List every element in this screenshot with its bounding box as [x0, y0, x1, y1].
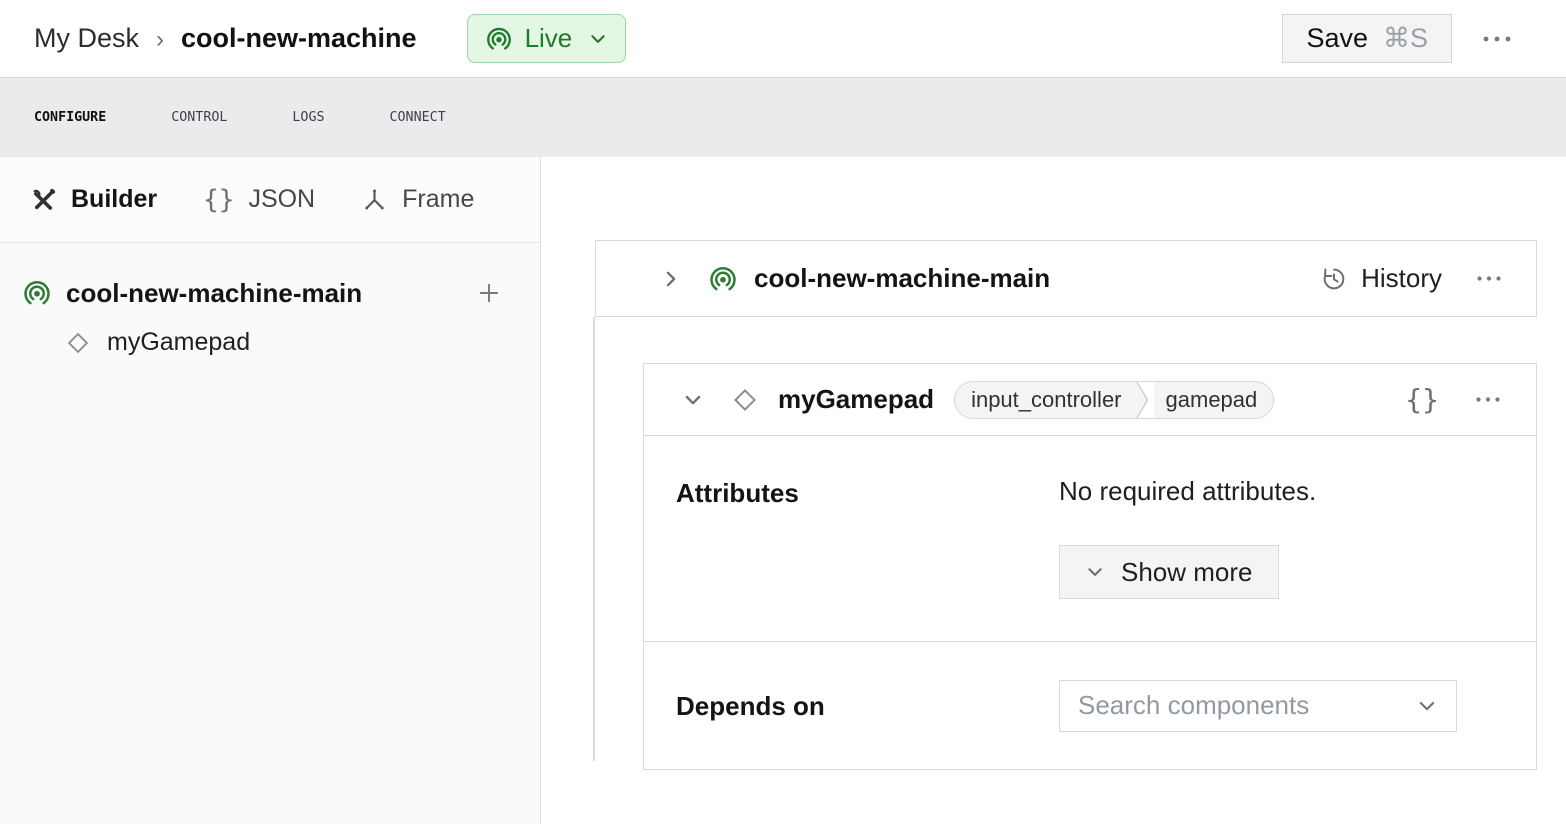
depends-on-select[interactable] [1059, 680, 1457, 732]
tab-logs[interactable]: LOGS [292, 106, 324, 129]
component-more-button[interactable] [1467, 388, 1509, 411]
chevron-down-icon [1416, 695, 1438, 717]
show-more-label: Show more [1121, 557, 1253, 588]
breadcrumb-parent-link[interactable]: My Desk [34, 23, 139, 54]
subtab-json-label: JSON [248, 185, 315, 214]
machine-tabbar: CONFIGURE CONTROL LOGS CONNECT [0, 77, 1566, 157]
tree-part-row[interactable]: cool-new-machine-main [22, 272, 510, 314]
plus-icon [476, 280, 502, 306]
breadcrumb-separator: › [156, 24, 164, 54]
config-mode-switcher: Builder {} JSON Frame [0, 157, 540, 243]
subtab-builder[interactable]: Builder [30, 185, 157, 214]
subtab-builder-label: Builder [71, 185, 157, 214]
chevron-down-icon [1085, 562, 1105, 582]
chevron-right-icon [660, 268, 682, 290]
component-card-header: myGamepad input_controller gamepad {} [644, 364, 1536, 436]
breadcrumb: My Desk › cool-new-machine [34, 23, 417, 54]
tools-icon [30, 186, 57, 213]
history-button[interactable]: History [1320, 263, 1442, 294]
component-json-button[interactable]: {} [1397, 375, 1447, 424]
add-component-button[interactable] [468, 272, 510, 314]
show-more-button[interactable]: Show more [1059, 545, 1279, 599]
live-status-label: Live [525, 23, 573, 54]
component-model-label: gamepad [1150, 382, 1274, 418]
braces-icon: {} [203, 185, 234, 215]
topbar: My Desk › cool-new-machine Live Save ⌘S [0, 0, 1566, 77]
part-card-expand-button[interactable] [652, 260, 690, 298]
tab-control[interactable]: CONTROL [171, 106, 227, 129]
machine-tree: cool-new-machine-main myGamepad [0, 243, 540, 357]
save-shortcut-hint: ⌘S [1383, 23, 1428, 54]
tab-configure[interactable]: CONFIGURE [34, 106, 106, 129]
component-card: myGamepad input_controller gamepad {} [643, 363, 1537, 770]
frame-axes-icon [361, 186, 388, 213]
subtab-frame-label: Frame [402, 185, 474, 214]
component-diamond-icon [730, 385, 760, 415]
component-title: myGamepad [778, 384, 934, 415]
ellipsis-icon [1482, 35, 1512, 43]
attributes-label: Attributes [676, 476, 1059, 599]
chevron-down-icon [588, 29, 608, 49]
live-status-button[interactable]: Live [467, 14, 627, 63]
machine-part-icon [708, 264, 738, 294]
part-card-title: cool-new-machine-main [754, 263, 1050, 294]
component-diamond-icon [64, 329, 92, 357]
depends-on-value [1059, 680, 1506, 732]
attributes-value: No required attributes. Show more [1059, 476, 1506, 599]
topbar-more-button[interactable] [1474, 27, 1520, 51]
depends-on-section: Depends on [644, 642, 1536, 769]
chevron-down-icon [682, 389, 704, 411]
ellipsis-icon [1475, 396, 1501, 403]
attributes-section: Attributes No required attributes. Show … [644, 436, 1536, 642]
braces-icon: {} [1405, 383, 1439, 416]
config-main-panel: cool-new-machine-main History [541, 157, 1566, 824]
history-label: History [1361, 263, 1442, 294]
component-collapse-button[interactable] [674, 381, 712, 419]
breadcrumb-current-machine: cool-new-machine [181, 23, 417, 54]
history-clock-icon [1320, 265, 1348, 293]
subtab-json[interactable]: {} JSON [203, 185, 315, 215]
save-label: Save [1306, 23, 1368, 54]
subtab-frame[interactable]: Frame [361, 185, 474, 214]
machine-live-icon [485, 25, 513, 53]
component-type-badge: input_controller gamepad [954, 381, 1274, 419]
topbar-actions: Save ⌘S [1282, 14, 1520, 63]
tab-connect[interactable]: CONNECT [390, 106, 446, 129]
tree-component-row[interactable]: myGamepad [22, 328, 510, 357]
config-sidebar: Builder {} JSON Frame [0, 157, 541, 824]
attributes-empty-text: No required attributes. [1059, 476, 1506, 507]
tree-component-name: myGamepad [107, 328, 250, 357]
tree-part-name: cool-new-machine-main [66, 278, 362, 309]
content: Builder {} JSON Frame [0, 157, 1566, 824]
part-card: cool-new-machine-main History [595, 240, 1537, 317]
depends-on-label: Depends on [676, 689, 1059, 722]
search-components-input[interactable] [1078, 690, 1416, 721]
machine-part-icon [22, 278, 52, 308]
tree-connector-line [593, 317, 595, 761]
component-api-label: input_controller [955, 382, 1137, 418]
part-card-more-button[interactable] [1468, 267, 1510, 290]
save-button[interactable]: Save ⌘S [1282, 14, 1452, 63]
ellipsis-icon [1476, 275, 1502, 282]
